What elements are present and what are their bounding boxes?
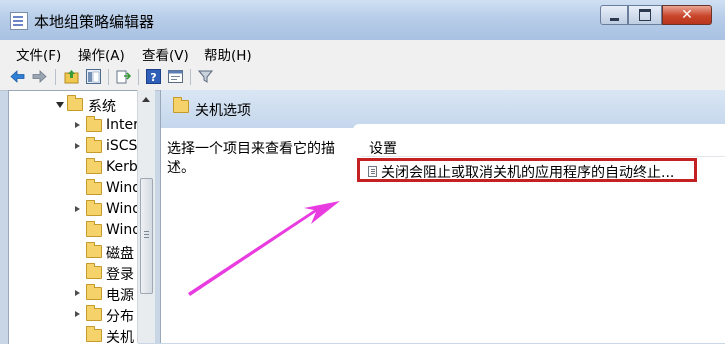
tree-item-label: 分布 xyxy=(106,309,134,325)
forward-icon[interactable] xyxy=(32,69,47,84)
menu-view[interactable]: 查看(V) xyxy=(142,44,189,64)
svg-text:?: ? xyxy=(150,71,156,84)
tree-item-label: 电源 xyxy=(106,288,134,304)
tree-item[interactable]: iSCS xyxy=(9,137,138,157)
tree-item[interactable]: Wind xyxy=(9,200,138,220)
tree-item[interactable]: Kerb xyxy=(9,158,138,178)
properties-icon[interactable] xyxy=(168,69,183,84)
folder-icon xyxy=(86,326,102,342)
expand-icon[interactable] xyxy=(75,290,80,296)
tree-item-label: Wind xyxy=(106,201,138,217)
folder-icon xyxy=(86,284,102,300)
tree-item-shutdown[interactable]: 关机 xyxy=(9,326,138,344)
tree-item-label: 磁盘 xyxy=(106,246,134,262)
back-icon[interactable] xyxy=(10,69,25,84)
expand-icon[interactable] xyxy=(75,311,80,317)
minimize-icon xyxy=(609,17,619,21)
tree-item-system[interactable]: 系统 xyxy=(9,95,138,115)
expand-icon[interactable] xyxy=(75,206,80,212)
tree-item[interactable]: 登录 xyxy=(9,263,138,283)
up-folder-icon[interactable] xyxy=(64,69,79,84)
tree-item-label: Wind xyxy=(106,180,138,196)
help-icon[interactable]: ? xyxy=(146,69,161,84)
tree-item[interactable]: 电源 xyxy=(9,284,138,304)
scrollbar-thumb[interactable] xyxy=(140,178,153,294)
policy-item-row[interactable]: 关闭会阻止或取消关机的应用程序的自动终止... xyxy=(357,158,697,182)
policy-setting-icon xyxy=(368,166,377,177)
export-list-icon[interactable] xyxy=(116,69,132,84)
menu-bar: 文件(F) 操作(A) 查看(V) 帮助(H) xyxy=(0,40,725,65)
folder-icon xyxy=(86,263,102,279)
close-button[interactable]: ✕ xyxy=(662,5,712,25)
title-bar: 本地组策略编辑器 ✕ xyxy=(0,0,725,40)
folder-icon xyxy=(86,200,102,216)
toolbar: ? xyxy=(0,64,725,91)
minimize-button[interactable] xyxy=(600,5,628,25)
policy-item-label: 关闭会阻止或取消关机的应用程序的自动终止... xyxy=(381,165,675,181)
window-title: 本地组策略编辑器 xyxy=(34,13,155,31)
tree-item-label: Kerb xyxy=(106,159,138,175)
maximize-button[interactable] xyxy=(628,5,662,25)
column-header-setting[interactable]: 设置 xyxy=(369,138,397,158)
details-pane: 关机选项 选择一个项目来查看它的描述。 设置 关闭会阻止或取消关机的应用程序的自… xyxy=(160,90,725,343)
scrollbar-grip-icon xyxy=(144,231,149,232)
folder-icon xyxy=(86,137,102,153)
folder-icon xyxy=(86,116,102,132)
tree-scrollbar[interactable] xyxy=(137,90,155,343)
close-icon: ✕ xyxy=(681,7,693,23)
menu-file[interactable]: 文件(F) xyxy=(16,44,61,64)
tree-item-label: 系统 xyxy=(88,99,116,115)
collapse-icon[interactable] xyxy=(56,102,64,108)
tree-item-label: iSCS xyxy=(106,138,138,154)
description-panel: 选择一个项目来查看它的描述。 xyxy=(161,128,353,343)
details-title: 关机选项 xyxy=(195,103,251,119)
folder-icon xyxy=(86,221,102,237)
scroll-up-icon[interactable] xyxy=(142,97,150,102)
folder-icon xyxy=(86,179,102,195)
tree-item[interactable]: Wind xyxy=(9,221,138,241)
tree-item-label: Wind xyxy=(106,222,138,238)
description-text: 选择一个项目来查看它的描述。 xyxy=(167,141,335,176)
tree-item[interactable]: Wind xyxy=(9,179,138,199)
menu-help[interactable]: 帮助(H) xyxy=(204,44,252,64)
folder-icon xyxy=(86,305,102,321)
tree-item[interactable]: 磁盘 xyxy=(9,242,138,262)
tree-item-label: Inter xyxy=(106,117,138,133)
tree-item[interactable]: 分布 xyxy=(9,305,138,325)
tree-item-label: 登录 xyxy=(106,267,134,283)
folder-icon xyxy=(86,242,102,258)
column-divider xyxy=(361,156,725,157)
navigation-tree[interactable]: 系统 Inter iSCS Kerb Wind Wind Wind 磁盘 登录 … xyxy=(8,90,138,344)
tree-item-label: 关机 xyxy=(106,330,134,344)
details-header: 关机选项 xyxy=(161,90,725,128)
policy-editor-app-icon xyxy=(10,12,28,30)
tree-item[interactable]: Inter xyxy=(9,116,138,136)
folder-icon xyxy=(67,95,83,111)
show-hide-tree-icon[interactable] xyxy=(86,69,101,84)
expand-icon[interactable] xyxy=(75,143,80,149)
folder-icon xyxy=(173,97,189,113)
maximize-icon xyxy=(639,9,651,21)
folder-icon xyxy=(86,158,102,174)
expand-icon[interactable] xyxy=(75,122,80,128)
menu-action[interactable]: 操作(A) xyxy=(78,44,125,64)
filter-icon[interactable] xyxy=(197,69,214,84)
